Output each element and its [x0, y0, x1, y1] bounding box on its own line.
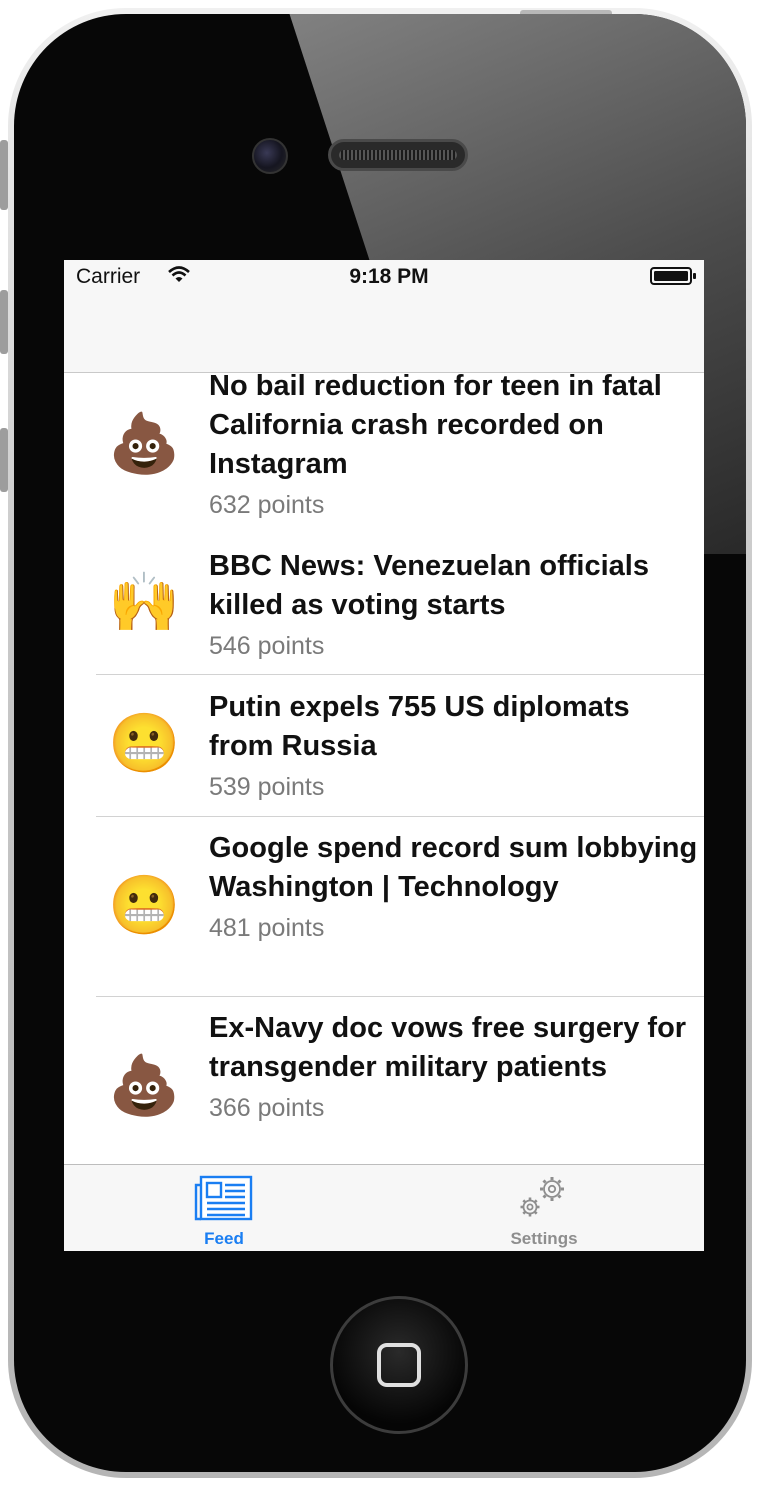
newspaper-icon — [193, 1175, 255, 1226]
item-title: Ex-Navy doc vows free surgery for transg… — [209, 1012, 687, 1083]
item-emoji-icon: 🙌 — [108, 570, 181, 635]
home-button[interactable] — [330, 1296, 468, 1434]
item-title: Putin expels 755 US diplomats from Russi… — [209, 691, 630, 762]
row-divider — [96, 674, 704, 675]
item-points: 539 points — [209, 773, 325, 801]
item-title: Google spend record sum lobbying Washing… — [209, 832, 698, 903]
front-camera — [252, 138, 288, 174]
item-emoji-icon: 😬 — [108, 873, 181, 938]
status-bar: Carrier 9:18 PM — [64, 260, 704, 292]
earpiece-speaker — [328, 139, 468, 171]
item-title: BBC News: Venezuelan officials killed as… — [209, 550, 649, 621]
news-feed-list: 💩 No bail reduction for teen in fatal Ca… — [64, 373, 704, 1163]
home-square-icon — [377, 1343, 421, 1387]
app-screen: Carrier 9:18 PM 💩 No bail reduction for … — [64, 260, 704, 1251]
item-points: 481 points — [209, 914, 325, 942]
status-time: 9:18 PM — [349, 265, 429, 288]
item-emoji-icon: 💩 — [108, 411, 181, 476]
list-item[interactable]: 💩 Ex-Navy doc vows free surgery for tran… — [64, 1009, 704, 1163]
tab-settings[interactable]: Settings — [384, 1165, 704, 1251]
item-emoji-icon: 💩 — [108, 1053, 181, 1118]
list-item[interactable]: 💩 No bail reduction for teen in fatal Ca… — [64, 373, 704, 527]
tab-bar: Feed Settings — [64, 1164, 704, 1251]
volume-down-button — [0, 428, 8, 492]
tab-feed[interactable]: Feed — [64, 1165, 384, 1251]
navigation-bar — [64, 292, 704, 373]
list-item[interactable]: 😬 Google spend record sum lobbying Washi… — [64, 829, 704, 997]
tab-settings-label: Settings — [510, 1229, 578, 1248]
item-points: 546 points — [209, 632, 325, 660]
list-item[interactable]: 🙌 BBC News: Venezuelan officials killed … — [64, 547, 704, 675]
item-points: 632 points — [209, 491, 325, 519]
battery-icon — [650, 267, 696, 285]
gears-icon — [516, 1175, 572, 1226]
item-points: 366 points — [209, 1094, 325, 1122]
row-divider — [96, 996, 704, 997]
list-item[interactable]: 😬 Putin expels 755 US diplomats from Rus… — [64, 688, 704, 816]
tab-feed-label: Feed — [204, 1229, 244, 1248]
volume-up-button — [0, 290, 8, 354]
item-emoji-icon: 😬 — [108, 711, 181, 776]
mute-switch — [0, 140, 8, 210]
row-divider — [96, 816, 704, 817]
item-title: No bail reduction for teen in fatal Cali… — [209, 373, 662, 480]
